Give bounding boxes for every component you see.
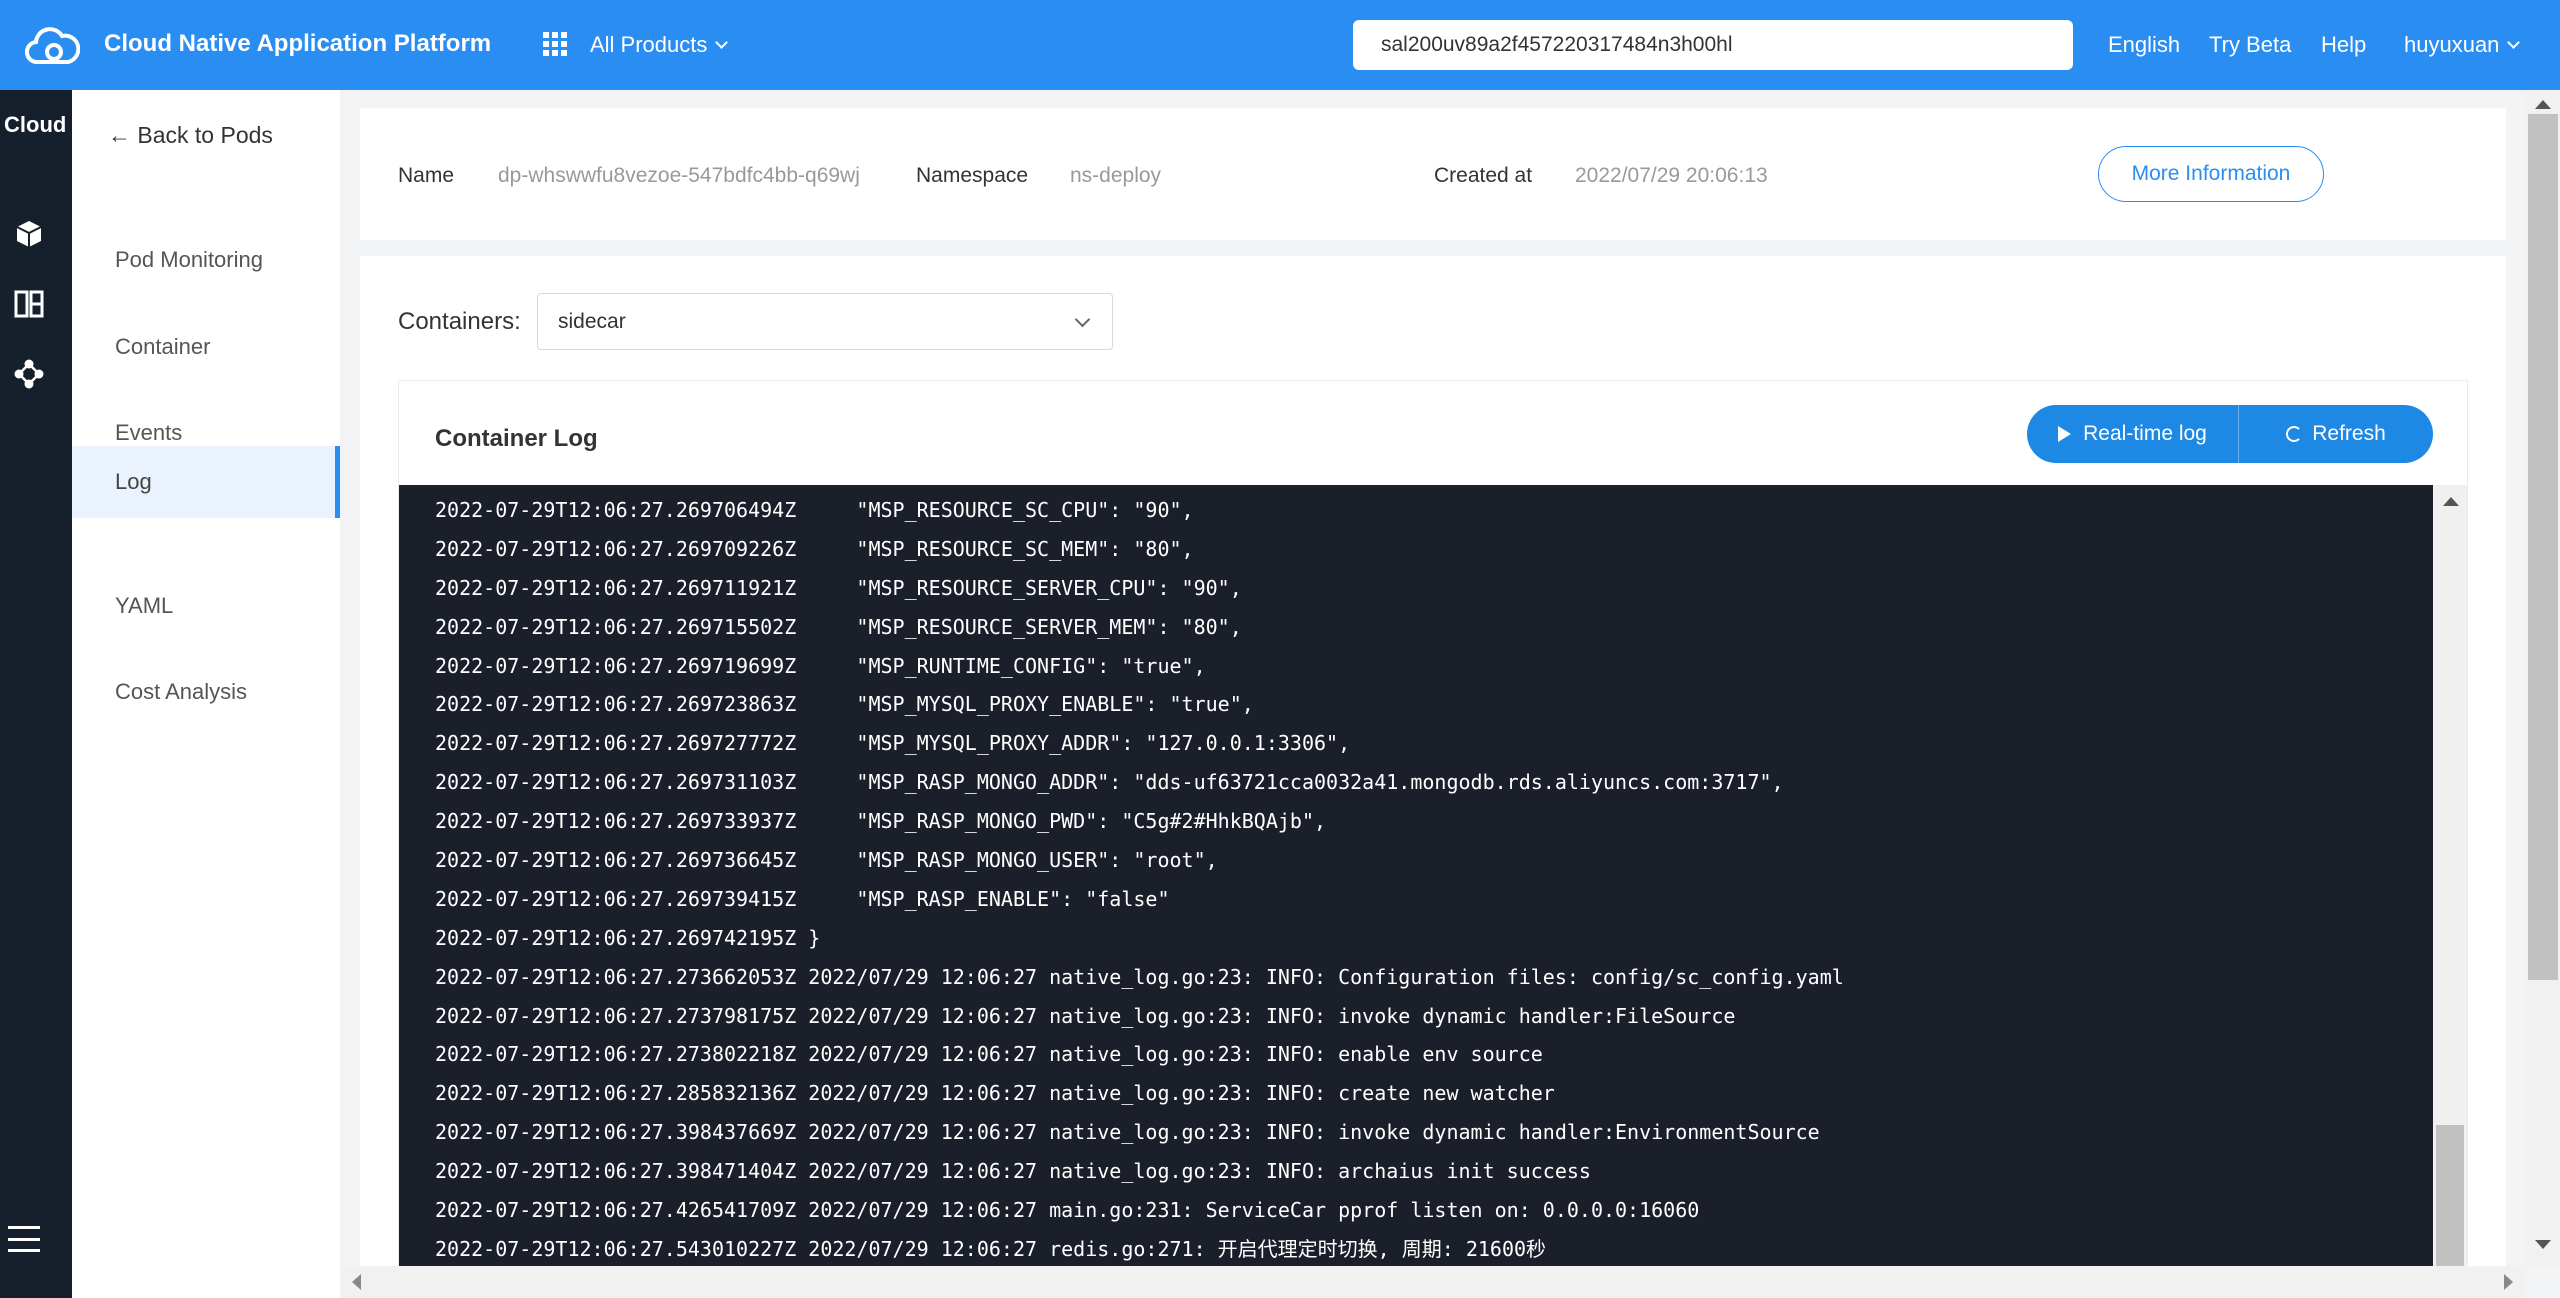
refresh-button[interactable]: Refresh [2239,405,2433,463]
log-line: 2022-07-29T12:06:27.273802218Z 2022/07/2… [435,1042,1543,1067]
more-information-button[interactable]: More Information [2098,146,2324,202]
log-button-group: Real-time log Refresh [2027,405,2433,463]
chevron-down-icon [715,36,729,49]
real-time-log-label: Real-time log [2083,422,2207,445]
log-lines: 2022-07-29T12:06:27.269706494Z "MSP_RESO… [435,491,1844,1267]
back-to-pods-link[interactable]: ← Back to Pods [108,122,273,149]
container-select-value: sidecar [558,310,626,333]
log-line: 2022-07-29T12:06:27.269723863Z "MSP_MYSQ… [435,692,1254,717]
log-card: Containers: sidecar Container Log Real-t… [360,256,2506,1267]
container-log-panel: Container Log Real-time log Refresh 2022… [398,380,2468,1267]
play-icon [2058,426,2072,442]
page-scrollbar-thumb[interactable] [2528,114,2558,980]
chevron-down-icon [1074,311,1091,328]
grid-icon[interactable] [543,32,567,56]
subnav-item-pod-monitoring[interactable]: Pod Monitoring [72,224,340,296]
user-name: huyuxuan [2404,32,2500,57]
all-products-menu[interactable]: All Products [590,32,729,58]
created-at-label: Created at [1434,164,1533,187]
log-scrollbar[interactable] [2433,485,2467,1267]
log-line: 2022-07-29T12:06:27.398437669Z 2022/07/2… [435,1120,1820,1145]
menu-icon[interactable] [8,1226,40,1252]
log-line: 2022-07-29T12:06:27.269731103Z "MSP_RASP… [435,770,1784,795]
log-line: 2022-07-29T12:06:27.269706494Z "MSP_RESO… [435,498,1194,522]
namespace-value: ns-deploy [1070,164,1162,187]
scroll-left-icon[interactable] [352,1274,361,1290]
real-time-log-button[interactable]: Real-time log [2027,405,2239,463]
help-link[interactable]: Help [2321,32,2366,58]
log-line: 2022-07-29T12:06:27.269719699Z "MSP_RUNT… [435,653,1206,678]
log-line: 2022-07-29T12:06:27.273662053Z 2022/07/2… [435,964,1844,989]
namespace-label: Namespace [916,164,1029,187]
scroll-right-icon[interactable] [2504,1274,2513,1290]
subnav-item-cost-analysis[interactable]: Cost Analysis [72,656,340,728]
containers-label: Containers: [398,308,521,335]
log-line: 2022-07-29T12:06:27.269711921Z "MSP_RESO… [435,575,1242,600]
scroll-up-icon[interactable] [2535,100,2551,109]
log-line: 2022-07-29T12:06:27.269736645Z "MSP_RASP… [435,848,1218,873]
log-line: 2022-07-29T12:06:27.543010227Z 2022/07/2… [435,1236,1547,1261]
columns-icon[interactable] [13,288,45,320]
subnav-item-container[interactable]: Container [72,311,340,383]
cloud-logo-icon[interactable] [24,22,80,68]
all-products-label: All Products [590,32,708,57]
chevron-down-icon [2507,36,2521,49]
log-line: 2022-07-29T12:06:27.273798175Z 2022/07/2… [435,1003,1736,1028]
subnav-item-log[interactable]: Log [72,446,340,518]
brand-title[interactable]: Cloud Native Application Platform [104,30,491,58]
log-line: 2022-07-29T12:06:27.269727772Z "MSP_MYSQ… [435,731,1351,756]
log-line: 2022-07-29T12:06:27.269733937Z "MSP_RASP… [435,809,1327,834]
log-line: 2022-07-29T12:06:27.269715502Z "MSP_RESO… [435,614,1242,639]
log-scrollbar-thumb[interactable] [2436,1125,2464,1267]
page-horizontal-scrollbar[interactable] [340,1266,2526,1298]
log-line: 2022-07-29T12:06:27.269742195Z } [435,925,821,950]
created-at-value: 2022/07/29 20:06:13 [1575,164,1768,187]
product-rail: Cloud [0,90,72,1298]
network-icon[interactable] [13,358,45,390]
refresh-icon [2286,426,2303,442]
cube-icon[interactable] [13,218,45,250]
log-line: 2022-07-29T12:06:27.269709226Z "MSP_RESO… [435,536,1194,561]
scroll-down-icon[interactable] [2535,1240,2551,1249]
top-bar: Cloud Native Application Platform All Pr… [0,0,2560,90]
try-beta-link[interactable]: Try Beta [2209,32,2291,58]
log-terminal[interactable]: 2022-07-29T12:06:27.269706494Z "MSP_RESO… [399,485,2433,1267]
page-vertical-scrollbar[interactable] [2526,90,2560,1266]
user-menu[interactable]: huyuxuan [2404,32,2521,58]
container-log-title: Container Log [435,425,598,452]
pod-subnav: ← Back to Pods Pod Monitoring Container … [72,90,340,1298]
pod-info-card: Name dp-whswwfu8vezoe-547bdfc4bb-q69wj N… [360,108,2506,240]
refresh-label: Refresh [2312,422,2386,445]
log-line: 2022-07-29T12:06:27.285832136Z 2022/07/2… [435,1081,1555,1106]
log-line: 2022-07-29T12:06:27.426541709Z 2022/07/2… [435,1198,1700,1223]
log-line: 2022-07-29T12:06:27.398471404Z 2022/07/2… [435,1159,1591,1184]
search-input[interactable] [1353,20,2073,70]
container-select[interactable]: sidecar [537,293,1113,350]
log-line: 2022-07-29T12:06:27.269739415Z "MSP_RASP… [435,886,1170,911]
pod-name-value: dp-whswwfu8vezoe-547bdfc4bb-q69wj [498,164,860,187]
language-link[interactable]: English [2108,32,2180,58]
subnav-item-yaml[interactable]: YAML [72,570,340,642]
rail-title: Cloud [4,112,67,137]
scroll-up-icon[interactable] [2443,497,2459,506]
name-label: Name [398,164,455,187]
